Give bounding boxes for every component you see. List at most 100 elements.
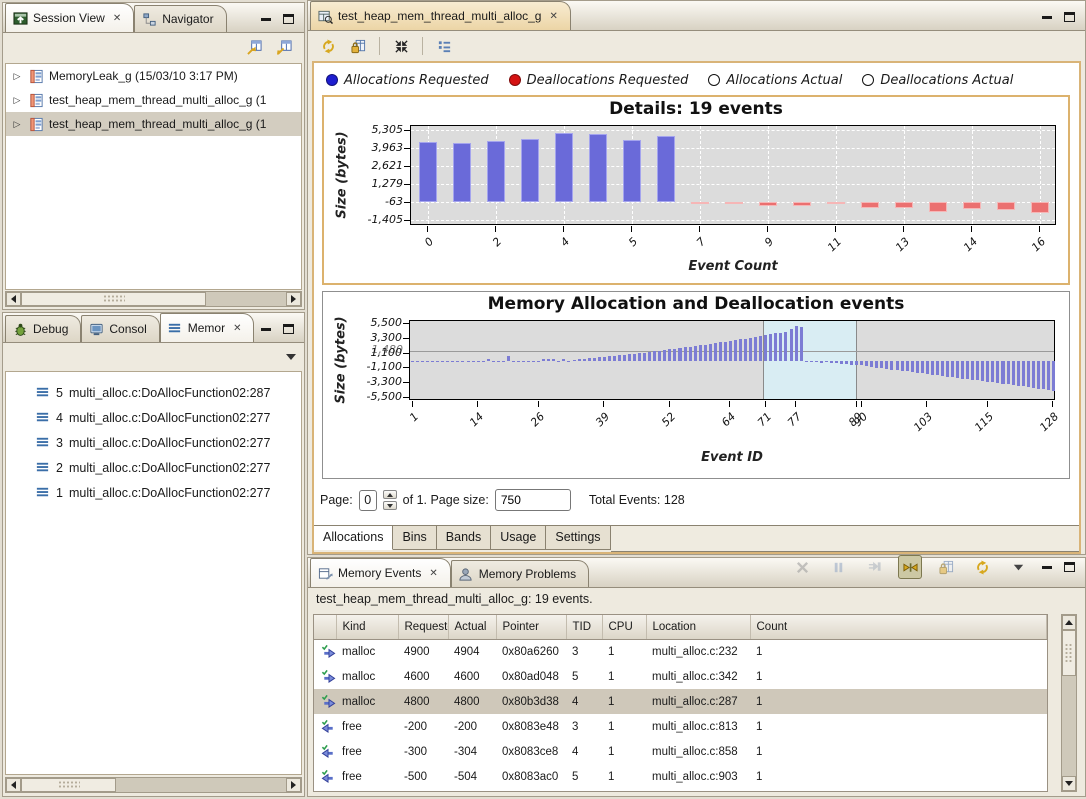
events-vscrollbar[interactable] (1061, 614, 1077, 792)
call-stack-item[interactable]: 1multi_alloc.c:DoAllocFunction02:277 (6, 480, 301, 505)
page-number-field[interactable]: 0 (359, 490, 377, 511)
scroll-down-button[interactable] (1062, 776, 1076, 791)
table-row[interactable]: malloc460046000x80ad04851multi_alloc.c:3… (314, 664, 1047, 689)
minimize-icon[interactable] (261, 328, 271, 331)
h-gridline (411, 184, 1055, 185)
scroll-thumb[interactable] (21, 292, 206, 306)
outline-list-icon-button[interactable] (432, 34, 456, 58)
table-row[interactable]: malloc490049040x80a626031multi_alloc.c:2… (314, 639, 1047, 664)
collapse-fit-icon-button[interactable] (389, 34, 413, 58)
bottom-tab-settings[interactable]: Settings (546, 526, 610, 550)
bottom-tabs-filler (611, 526, 1079, 552)
bar (1001, 361, 1004, 384)
editor-content: Allocations RequestedDeallocations Reque… (312, 61, 1081, 554)
scroll-right-button[interactable] (286, 292, 301, 306)
tab-memor[interactable]: Memor✕ (160, 313, 255, 342)
debug-hscrollbar[interactable] (5, 777, 302, 793)
page-down-button[interactable] (383, 501, 397, 510)
call-stack-item[interactable]: 5multi_alloc.c:DoAllocFunction02:287 (6, 380, 301, 405)
cell-tid: 5 (566, 764, 602, 789)
close-icon[interactable]: ✕ (549, 11, 557, 22)
refresh-icon-button[interactable] (970, 555, 994, 579)
close-icon[interactable]: ✕ (113, 13, 121, 24)
editor-tabbar: test_heap_mem_thread_multi_alloc_g✕ (308, 1, 1085, 31)
table-row[interactable]: free-300-3040x8083ce841multi_alloc.c:858… (314, 739, 1047, 764)
tab-navigator[interactable]: Navigator (134, 5, 226, 32)
session-tree-item[interactable]: ▷test_heap_mem_thread_multi_alloc_g (1 (6, 112, 301, 136)
kind-icon-cell (314, 689, 336, 714)
tab-consol[interactable]: Consol (81, 315, 159, 342)
scroll-thumb[interactable] (21, 778, 116, 792)
table-row[interactable]: free-500-5040x8083ac051multi_alloc.c:903… (314, 764, 1047, 789)
bar (714, 343, 717, 361)
bar (456, 361, 459, 362)
bottom-tab-bands[interactable]: Bands (437, 526, 491, 550)
bar (446, 361, 449, 362)
bar (997, 202, 1016, 211)
call-stack-item[interactable]: 2multi_alloc.c:DoAllocFunction02:277 (6, 455, 301, 480)
step-icon (866, 559, 882, 575)
collect-icon-button[interactable] (898, 555, 922, 579)
scroll-left-button[interactable] (6, 778, 21, 792)
column-header-pointer[interactable]: Pointer (496, 615, 566, 639)
page-size-input[interactable] (495, 489, 571, 511)
session-hscrollbar[interactable] (5, 291, 302, 307)
column-header-actual[interactable]: Actual (448, 615, 496, 639)
table-row[interactable]: free-200-2000x8083e4831multi_alloc.c:813… (314, 714, 1047, 739)
session-tree-item[interactable]: ▷MemoryLeak_g (15/03/10 3:17 PM) (6, 64, 301, 88)
y-tick-label: -1,100 (367, 360, 402, 373)
page-up-button[interactable] (383, 490, 397, 499)
expand-arrow-icon[interactable]: ▷ (11, 95, 23, 106)
close-icon[interactable]: ✕ (233, 323, 241, 334)
call-stack-item[interactable]: 4multi_alloc.c:DoAllocFunction02:277 (6, 405, 301, 430)
y-tick-mark (403, 382, 409, 383)
menu-chevron-icon-button[interactable] (1006, 555, 1030, 579)
y-tick-label: 3,300 (371, 331, 403, 344)
call-stack-item[interactable]: 3multi_alloc.c:DoAllocFunction02:277 (6, 430, 301, 455)
tab-memory-problems[interactable]: Memory Problems (451, 560, 589, 587)
minimize-icon[interactable] (1042, 566, 1052, 569)
bottom-tab-bins[interactable]: Bins (393, 526, 436, 550)
table-row[interactable]: malloc480048000x80b3d3841multi_alloc.c:2… (314, 689, 1047, 714)
column-header-count[interactable]: Count (750, 615, 1047, 639)
plot-area[interactable] (409, 320, 1055, 400)
export-session-icon-button[interactable] (272, 35, 296, 59)
bar (815, 361, 818, 362)
cell-cpu: 1 (602, 664, 646, 689)
session-tree-item[interactable]: ▷test_heap_mem_thread_multi_alloc_g (1 (6, 88, 301, 112)
expand-arrow-icon[interactable]: ▷ (11, 119, 23, 130)
scroll-thumb[interactable] (1062, 630, 1076, 676)
scroll-right-button[interactable] (286, 778, 301, 792)
maximize-icon[interactable] (1064, 12, 1075, 22)
bottom-tab-allocations[interactable]: Allocations (314, 526, 393, 550)
close-icon[interactable]: ✕ (429, 568, 437, 579)
tab-session-view[interactable]: Session View✕ (5, 3, 134, 32)
scroll-up-button[interactable] (1062, 615, 1076, 630)
refresh-icon-button[interactable] (316, 34, 340, 58)
column-header-cpu[interactable]: CPU (602, 615, 646, 639)
maximize-icon[interactable] (283, 14, 294, 24)
column-header-kind[interactable]: Kind (336, 615, 398, 639)
scroll-left-button[interactable] (6, 292, 21, 306)
minimize-icon[interactable] (261, 18, 271, 21)
bar (906, 361, 909, 371)
bottom-tab-usage[interactable]: Usage (491, 526, 546, 550)
tab-memory-events[interactable]: Memory Events✕ (310, 558, 451, 587)
scroll-track[interactable] (116, 778, 286, 792)
tab-test-heap-mem-thread-multi-alloc-g[interactable]: test_heap_mem_thread_multi_alloc_g✕ (310, 1, 571, 30)
x-tick-label: 0 (422, 235, 436, 249)
column-header-location[interactable]: Location (646, 615, 750, 639)
view-menu-chevron-icon[interactable] (286, 354, 296, 360)
scroll-track[interactable] (206, 292, 286, 306)
tab-debug[interactable]: Debug (5, 315, 81, 342)
expand-arrow-icon[interactable]: ▷ (11, 71, 23, 82)
lock-table-icon-button[interactable] (346, 34, 370, 58)
column-header-tid[interactable]: TID (566, 615, 602, 639)
maximize-icon[interactable] (283, 324, 294, 334)
column-header-requeste[interactable]: Requeste (398, 615, 448, 639)
import-session-icon-button[interactable] (242, 35, 266, 59)
minimize-icon[interactable] (1042, 16, 1052, 19)
maximize-icon[interactable] (1064, 562, 1075, 572)
scroll-track[interactable] (1062, 676, 1076, 776)
plot-area[interactable] (410, 125, 1056, 225)
